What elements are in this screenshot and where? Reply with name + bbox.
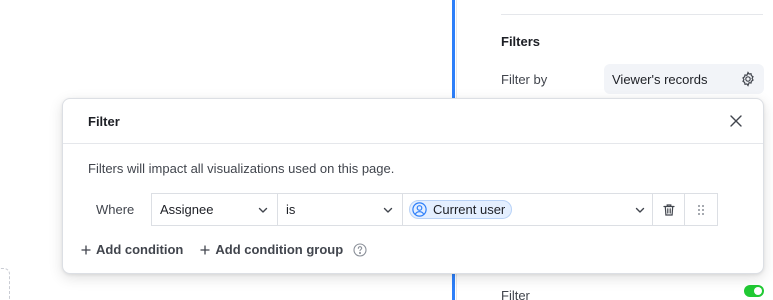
plus-icon — [80, 244, 92, 256]
operator-select[interactable]: is — [278, 194, 403, 225]
add-condition-button[interactable]: Add condition — [80, 242, 183, 257]
chevron-down-icon — [634, 204, 646, 216]
drag-handle-icon[interactable] — [685, 194, 717, 225]
plus-icon — [199, 244, 211, 256]
add-condition-group-button[interactable]: Add condition group — [199, 242, 343, 257]
filter-by-select[interactable]: Viewer's records — [604, 64, 764, 94]
where-label: Where — [96, 202, 135, 217]
current-user-chip: Current user — [409, 200, 513, 219]
filter-dialog: Filter Filters will impact all visualiza… — [62, 98, 764, 274]
filter-toggle[interactable] — [744, 285, 764, 297]
operator-select-value: is — [286, 202, 296, 217]
panel-divider — [501, 14, 763, 15]
chevron-down-icon — [382, 204, 394, 216]
filter-toggle-label: Filter — [501, 288, 530, 300]
close-icon[interactable] — [727, 112, 745, 130]
add-condition-label: Add condition — [96, 242, 184, 257]
dialog-header: Filter — [63, 99, 763, 144]
filter-condition-row: Where Assignee is Current user — [88, 193, 718, 226]
help-icon[interactable] — [353, 242, 367, 257]
user-icon — [412, 202, 427, 217]
dialog-description: Filters will impact all visualizations u… — [88, 161, 395, 176]
filters-section-title: Filters — [501, 34, 541, 49]
value-select[interactable]: Current user — [403, 194, 653, 225]
filter-by-value: Viewer's records — [612, 71, 708, 87]
filter-by-label: Filter by — [501, 72, 548, 87]
chevron-down-icon — [257, 204, 269, 216]
trash-icon[interactable] — [653, 194, 685, 225]
field-select-value: Assignee — [160, 202, 214, 217]
condition-box: Assignee is Current user — [151, 193, 718, 226]
field-select[interactable]: Assignee — [152, 194, 278, 225]
current-user-label: Current user — [433, 202, 506, 217]
gear-icon[interactable] — [740, 71, 756, 87]
canvas-element-outline — [0, 268, 10, 300]
dialog-title: Filter — [88, 114, 120, 129]
add-condition-group-label: Add condition group — [215, 242, 344, 257]
condition-actions: Add condition Add condition group — [80, 242, 367, 257]
